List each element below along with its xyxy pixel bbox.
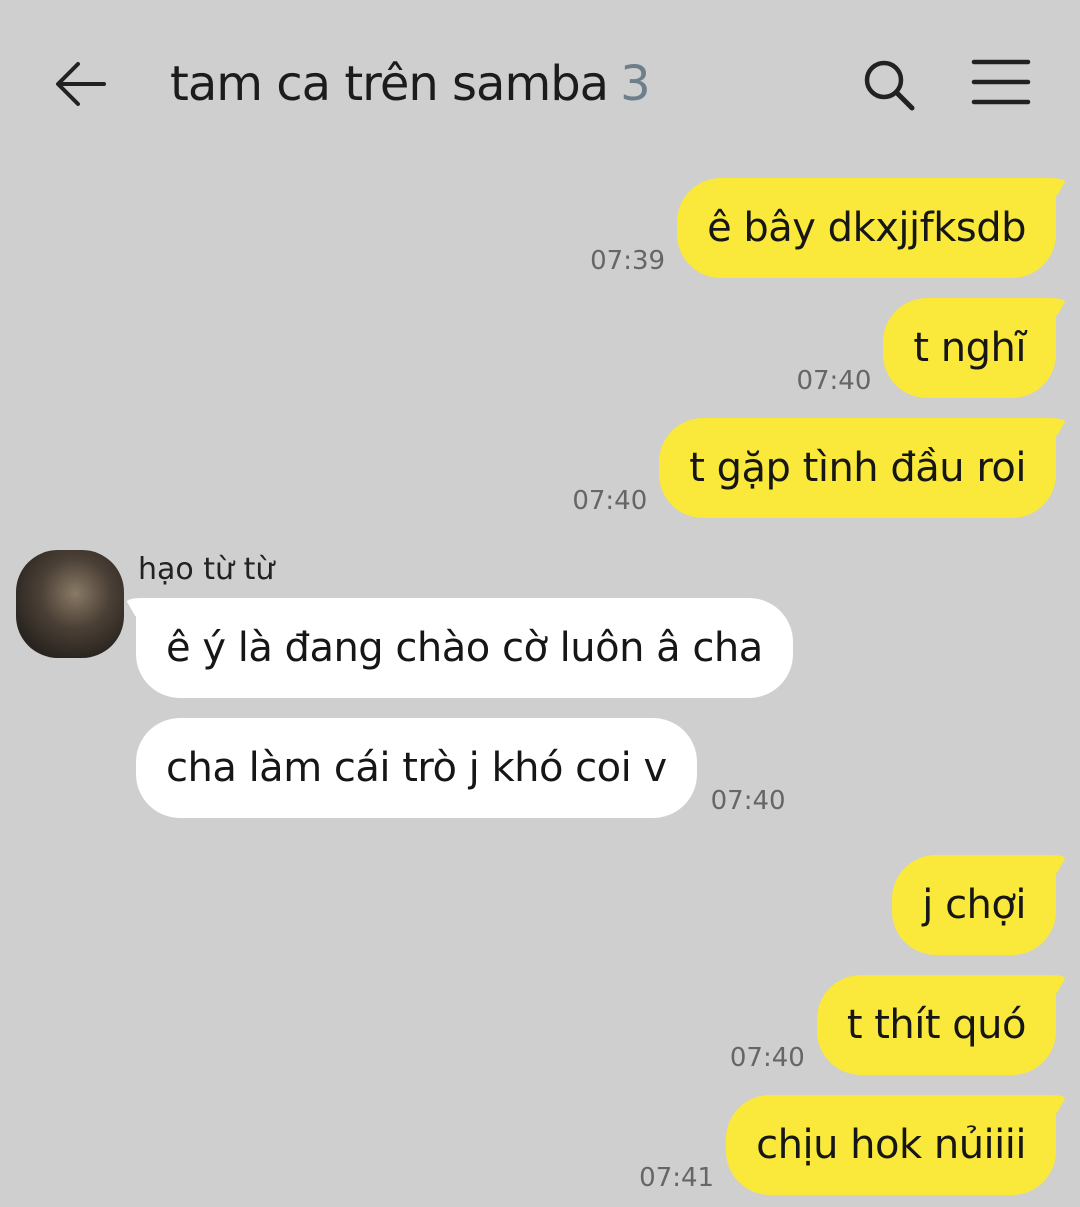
- sender-avatar[interactable]: [16, 550, 124, 658]
- message-row-mine: 07:39 ê bây dkxjjfksdb: [590, 178, 1056, 278]
- message-time: 07:40: [796, 366, 872, 396]
- menu-button[interactable]: [970, 56, 1034, 108]
- message-time: 07:40: [572, 486, 648, 516]
- message-row-mine: 07:40 t thít quó: [730, 975, 1056, 1075]
- message-row-mine: 07:40 t nghĩ: [796, 298, 1056, 398]
- message-row-mine: 07:40 t gặp tình đầu roi: [572, 418, 1056, 518]
- message-bubble-mine[interactable]: j chợi: [892, 855, 1056, 955]
- chat-screen: tam ca trên samba 3 07:39 ê bây dkxjjfksd…: [0, 0, 1080, 1207]
- message-bubble-mine[interactable]: t thít quó: [816, 975, 1056, 1075]
- search-icon: [864, 60, 915, 111]
- message-time: 07:41: [639, 1163, 715, 1193]
- message-time: 07:40: [729, 1043, 805, 1073]
- message-bubble-theirs[interactable]: ê ý là đang chào cờ luôn â cha: [136, 598, 793, 698]
- message-row-mine: j chợi: [892, 855, 1056, 955]
- message-time: 07:40: [710, 786, 786, 816]
- message-bubble-mine[interactable]: t nghĩ: [883, 298, 1056, 398]
- message-bubble-mine[interactable]: ê bây dkxjjfksdb: [677, 178, 1056, 278]
- message-bubble-mine[interactable]: chịu hok nủiiii: [726, 1095, 1056, 1195]
- search-button[interactable]: [860, 56, 920, 112]
- message-bubble-theirs[interactable]: cha làm cái trò j khó coi v: [136, 718, 697, 818]
- hamburger-menu-icon: [971, 59, 1031, 105]
- message-row-theirs: cha làm cái trò j khó coi v 07:40: [136, 718, 786, 818]
- chat-header: tam ca trên samba 3: [0, 0, 1080, 160]
- message-row-theirs: ê ý là đang chào cờ luôn â cha: [136, 598, 793, 698]
- message-row-mine: 07:41 chịu hok nủiiii: [639, 1095, 1056, 1195]
- member-count: 3: [620, 56, 651, 112]
- sender-name: hạo từ từ: [138, 552, 275, 587]
- message-time: 07:39: [590, 246, 666, 276]
- arrow-left-icon: [56, 62, 106, 106]
- back-button[interactable]: [52, 56, 108, 112]
- message-bubble-mine[interactable]: t gặp tình đầu roi: [659, 418, 1056, 518]
- chat-title-text: tam ca trên samba: [170, 56, 609, 112]
- chat-title: tam ca trên samba 3: [170, 54, 651, 114]
